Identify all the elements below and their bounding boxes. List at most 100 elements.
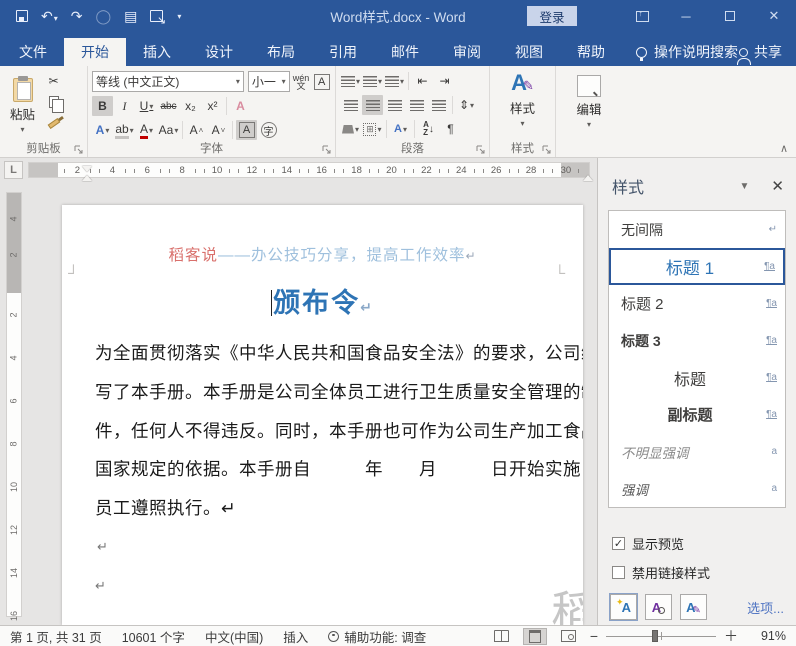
right-indent-marker[interactable] [583,175,593,181]
ribbon-tab[interactable]: 插入 [126,38,188,66]
paragraph-dialog-launcher[interactable] [476,145,486,155]
style-list-item[interactable]: 副标题 ¶a [609,396,785,433]
grow-font-button[interactable]: A ˄ [186,120,207,140]
checkbox-checked-icon[interactable]: ✓ [612,537,625,550]
style-list-item[interactable]: 无间隔 ↵ [609,211,785,248]
bullets-button[interactable]: ▾ [340,71,361,91]
ribbon-tab[interactable]: 文件 [2,38,64,66]
first-line-indent-marker[interactable] [82,166,92,172]
style-list-item[interactable]: 标题 ¶a [609,359,785,396]
increase-indent-icon[interactable]: ⇥ [434,71,455,91]
font-color-button[interactable]: A ▾ [136,120,157,140]
touch-mouse-mode-icon[interactable] [150,10,164,22]
line-spacing-button[interactable]: ⇕ ▾ [456,95,477,115]
document-header-line[interactable]: 稻客说——办公技巧分享，提高工作效率↵ [62,243,583,265]
body-line[interactable]: 写了本手册。本手册是公司全体员工进行卫生质量安全管理的制度文 [95,373,583,412]
style-list-item[interactable]: 标题 3 ¶a [609,322,785,359]
text-effects-button[interactable]: A ▾ [92,120,113,140]
styles-dialog-launcher[interactable] [542,145,552,155]
sort-button[interactable]: A Z ↓ [418,119,439,139]
form-properties-icon[interactable]: ▤ [124,8,137,25]
ribbon-tab[interactable]: 引用 [312,38,374,66]
show-hide-marks-button[interactable]: ¶ [440,119,461,139]
clear-formatting-icon[interactable]: A [230,96,251,116]
styles-dropdown-icon[interactable]: ▾ [520,119,524,128]
tab-stop-selector[interactable]: L [4,161,23,179]
underline-dropdown-icon[interactable]: ▾ [149,102,153,111]
manage-styles-button[interactable]: A ✎ [680,594,707,620]
vertical-ruler[interactable]: 42 2 4 6 8 10 12 14 16 [6,192,22,621]
ribbon-tab[interactable]: 开始 [64,38,126,66]
body-line[interactable]: 员工遵照执行。↵ [95,489,561,528]
disable-linked-styles-checkbox[interactable]: 禁用链接样式 [612,563,796,582]
paste-button[interactable]: 粘贴 ▾ [4,69,41,141]
styles-pane-dropdown-icon[interactable]: ▼ [740,181,750,192]
multilevel-list-button[interactable]: ▾ [384,71,405,91]
ribbon-tab[interactable]: 设计 [188,38,250,66]
decrease-indent-icon[interactable]: ⇤ [412,71,433,91]
font-dialog-launcher[interactable] [322,145,332,155]
format-painter-icon[interactable] [43,113,64,133]
minimize-button[interactable]: ─ [664,0,708,32]
print-layout-icon[interactable] [522,627,547,645]
word-count[interactable]: 10601 个字 [122,627,185,646]
ribbon-tab[interactable]: 审阅 [436,38,498,66]
ribbon-tab[interactable]: 布局 [250,38,312,66]
sign-in-button[interactable]: 登录 [527,6,577,26]
close-button[interactable]: ✕ [752,0,796,32]
style-list-item[interactable]: 不明显强调 a [609,433,785,470]
zoom-out-icon[interactable]: − [590,628,598,644]
save-icon[interactable] [16,10,28,22]
style-list-item[interactable]: 标题 1 ¶a [609,248,785,285]
bold-button[interactable]: B [92,96,113,116]
styles-pane-close-icon[interactable]: ✕ [771,177,784,195]
ribbon-tab[interactable]: 邮件 [374,38,436,66]
web-layout-icon[interactable] [560,630,576,642]
horizontal-ruler[interactable]: 2 4 6 8 10 12 14 16 18 20 22 24 26 28 30 [28,162,593,186]
superscript-button[interactable]: x² [202,96,223,116]
italic-button[interactable]: I [114,96,135,116]
hanging-indent-marker[interactable] [82,175,92,181]
editing-dropdown-icon[interactable]: ▾ [587,120,591,129]
checkbox-unchecked-icon[interactable] [612,566,625,579]
justify-button[interactable] [406,95,427,115]
document-body[interactable]: 为全面贯彻落实《中华人民共和国食品安全法》的要求，公司编 写了本手册。本手册是公司… [95,334,583,606]
strikethrough-button[interactable]: abc [158,96,179,116]
insert-mode-indicator[interactable]: 插入 [283,627,308,646]
zoom-slider[interactable] [606,629,716,643]
cut-icon[interactable]: ✂ [43,71,64,91]
font-name-dropdown-icon[interactable]: ▾ [236,77,240,86]
paste-dropdown-icon[interactable]: ▾ [21,125,25,134]
accessibility-status[interactable]: 辅助功能: 调查 [328,627,426,646]
font-size-dropdown-icon[interactable]: ▾ [282,77,286,86]
zoom-percentage[interactable]: 91% [752,629,786,643]
editing-button[interactable]: 编辑 ▾ [560,69,618,131]
character-border-icon[interactable]: A [312,72,331,92]
body-line[interactable]: 为全面贯彻落实《中华人民共和国食品安全法》的要求，公司编 [95,334,583,373]
undo-button[interactable]: ↶▾ [41,8,58,25]
ribbon-tab[interactable]: 帮助 [560,38,622,66]
redo-icon[interactable]: ↷ [71,8,83,25]
style-list-item[interactable]: 强调 a [609,470,785,507]
new-style-button[interactable]: ✦ A [609,593,638,621]
page-indicator[interactable]: 第 1 页, 共 31 页 [10,627,102,646]
font-name-combobox[interactable]: 等线 (中文正文) ▾ [92,71,244,92]
enclose-characters-button[interactable]: 字 [258,120,279,140]
align-right-button[interactable] [384,95,405,115]
ribbon-display-options-button[interactable] [620,0,664,32]
text-highlight-button[interactable]: ab ▾ [114,120,135,140]
ribbon-tab[interactable]: 视图 [498,38,560,66]
subscript-button[interactable]: x₂ [180,96,201,116]
distribute-button[interactable] [428,95,449,115]
zoom-in-icon[interactable]: ＋ [724,626,738,646]
shrink-font-button[interactable]: A ˅ [208,120,229,140]
align-left-button[interactable] [340,95,361,115]
zoom-slider-thumb[interactable] [652,630,659,642]
collapse-ribbon-icon[interactable]: ∧ [780,142,788,155]
show-preview-checkbox[interactable]: ✓ 显示预览 [612,534,796,553]
style-list-item[interactable]: 标题 2 ¶a [609,285,785,322]
body-line[interactable]: 件，任何人不得违反。同时，本手册也可作为公司生产加工食品符合 [95,412,583,451]
shading-button[interactable]: ▾ [340,119,361,139]
body-line[interactable]: 国家规定的依据。本手册自 年 月 日开始实施，希全体 [95,450,583,489]
change-case-button[interactable]: Aa ▾ [158,120,179,140]
